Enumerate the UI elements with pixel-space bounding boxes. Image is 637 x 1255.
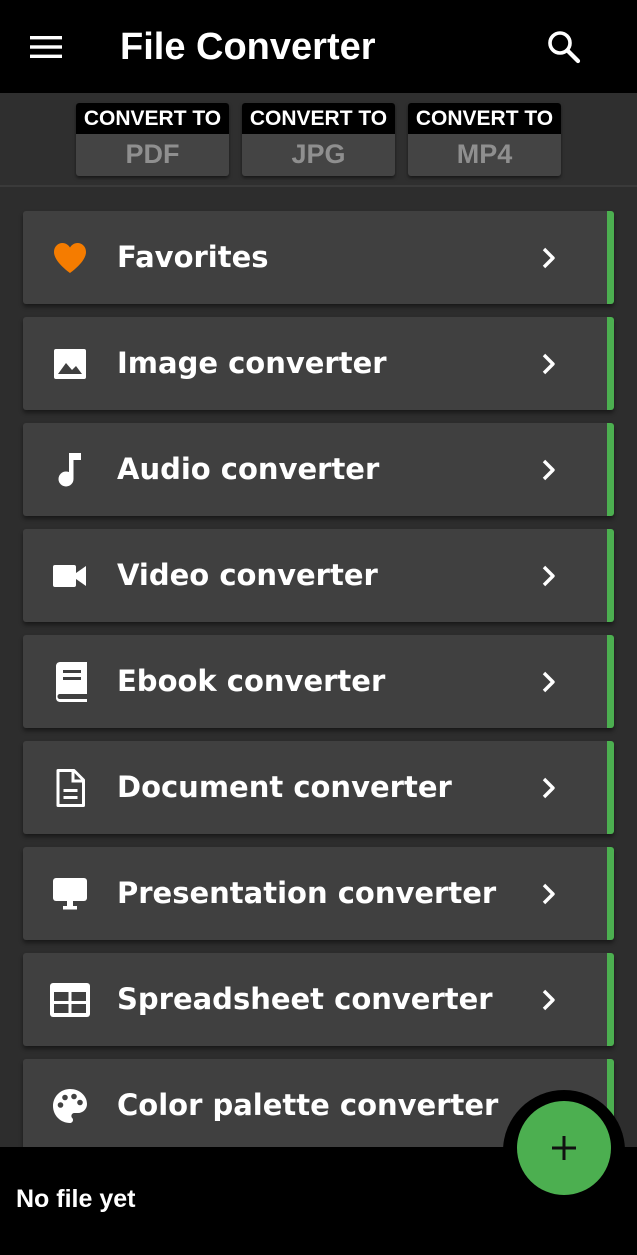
chevron-right-icon	[533, 454, 565, 486]
category-document-converter[interactable]: Document converter	[23, 741, 614, 834]
menu-icon	[30, 35, 62, 59]
category-label: Color palette converter	[117, 1088, 499, 1122]
category-presentation-converter[interactable]: Presentation converter	[23, 847, 614, 940]
category-label: Ebook converter	[117, 664, 386, 698]
category-audio-converter[interactable]: Audio converter	[23, 423, 614, 516]
chevron-right-icon	[533, 878, 565, 910]
convert-to-pdf-button[interactable]: CONVERT TO PDF	[76, 103, 229, 176]
category-label: Video converter	[117, 558, 378, 592]
converter-list[interactable]: Favorites Image converter Audio converte…	[0, 188, 637, 1148]
heart-icon	[49, 237, 91, 279]
format-label: MP4	[456, 139, 513, 169]
chevron-right-icon	[533, 666, 565, 698]
convert-to-jpg-button[interactable]: CONVERT TO JPG	[242, 103, 395, 176]
search-button[interactable]	[540, 24, 588, 70]
spreadsheet-icon	[49, 979, 91, 1021]
category-image-converter[interactable]: Image converter	[23, 317, 614, 410]
category-spreadsheet-converter[interactable]: Spreadsheet converter	[23, 953, 614, 1046]
plus-icon	[551, 1135, 577, 1161]
category-video-converter[interactable]: Video converter	[23, 529, 614, 622]
quick-convert-bar: CONVERT TO PDF CONVERT TO JPG CONVERT TO…	[0, 93, 637, 187]
format-label: PDF	[125, 139, 180, 169]
menu-button[interactable]	[22, 26, 70, 68]
chevron-right-icon	[533, 242, 565, 274]
convert-to-label: CONVERT TO	[408, 103, 561, 134]
chevron-right-icon	[533, 772, 565, 804]
palette-icon	[49, 1085, 91, 1127]
music-note-icon	[49, 449, 91, 491]
convert-to-mp4-button[interactable]: CONVERT TO MP4	[408, 103, 561, 176]
convert-to-label: CONVERT TO	[76, 103, 229, 134]
presentation-icon	[49, 873, 91, 915]
video-camera-icon	[49, 555, 91, 597]
category-label: Image converter	[117, 346, 387, 380]
format-label: JPG	[291, 139, 346, 169]
category-ebook-converter[interactable]: Ebook converter	[23, 635, 614, 728]
file-status-text: No file yet	[16, 1185, 136, 1213]
chevron-right-icon	[533, 560, 565, 592]
book-icon	[49, 661, 91, 703]
add-file-button[interactable]	[517, 1101, 611, 1195]
category-label: Favorites	[117, 240, 269, 274]
category-label: Document converter	[117, 770, 452, 804]
document-icon	[49, 767, 91, 809]
category-label: Presentation converter	[117, 876, 497, 910]
category-label: Spreadsheet converter	[117, 982, 493, 1016]
convert-to-label: CONVERT TO	[242, 103, 395, 134]
category-favorites[interactable]: Favorites	[23, 211, 614, 304]
chevron-right-icon	[533, 348, 565, 380]
app-bar: File Converter	[0, 0, 637, 93]
image-icon	[49, 343, 91, 385]
chevron-right-icon	[533, 984, 565, 1016]
search-icon	[547, 30, 581, 64]
app-title: File Converter	[120, 26, 376, 68]
category-label: Audio converter	[117, 452, 380, 486]
